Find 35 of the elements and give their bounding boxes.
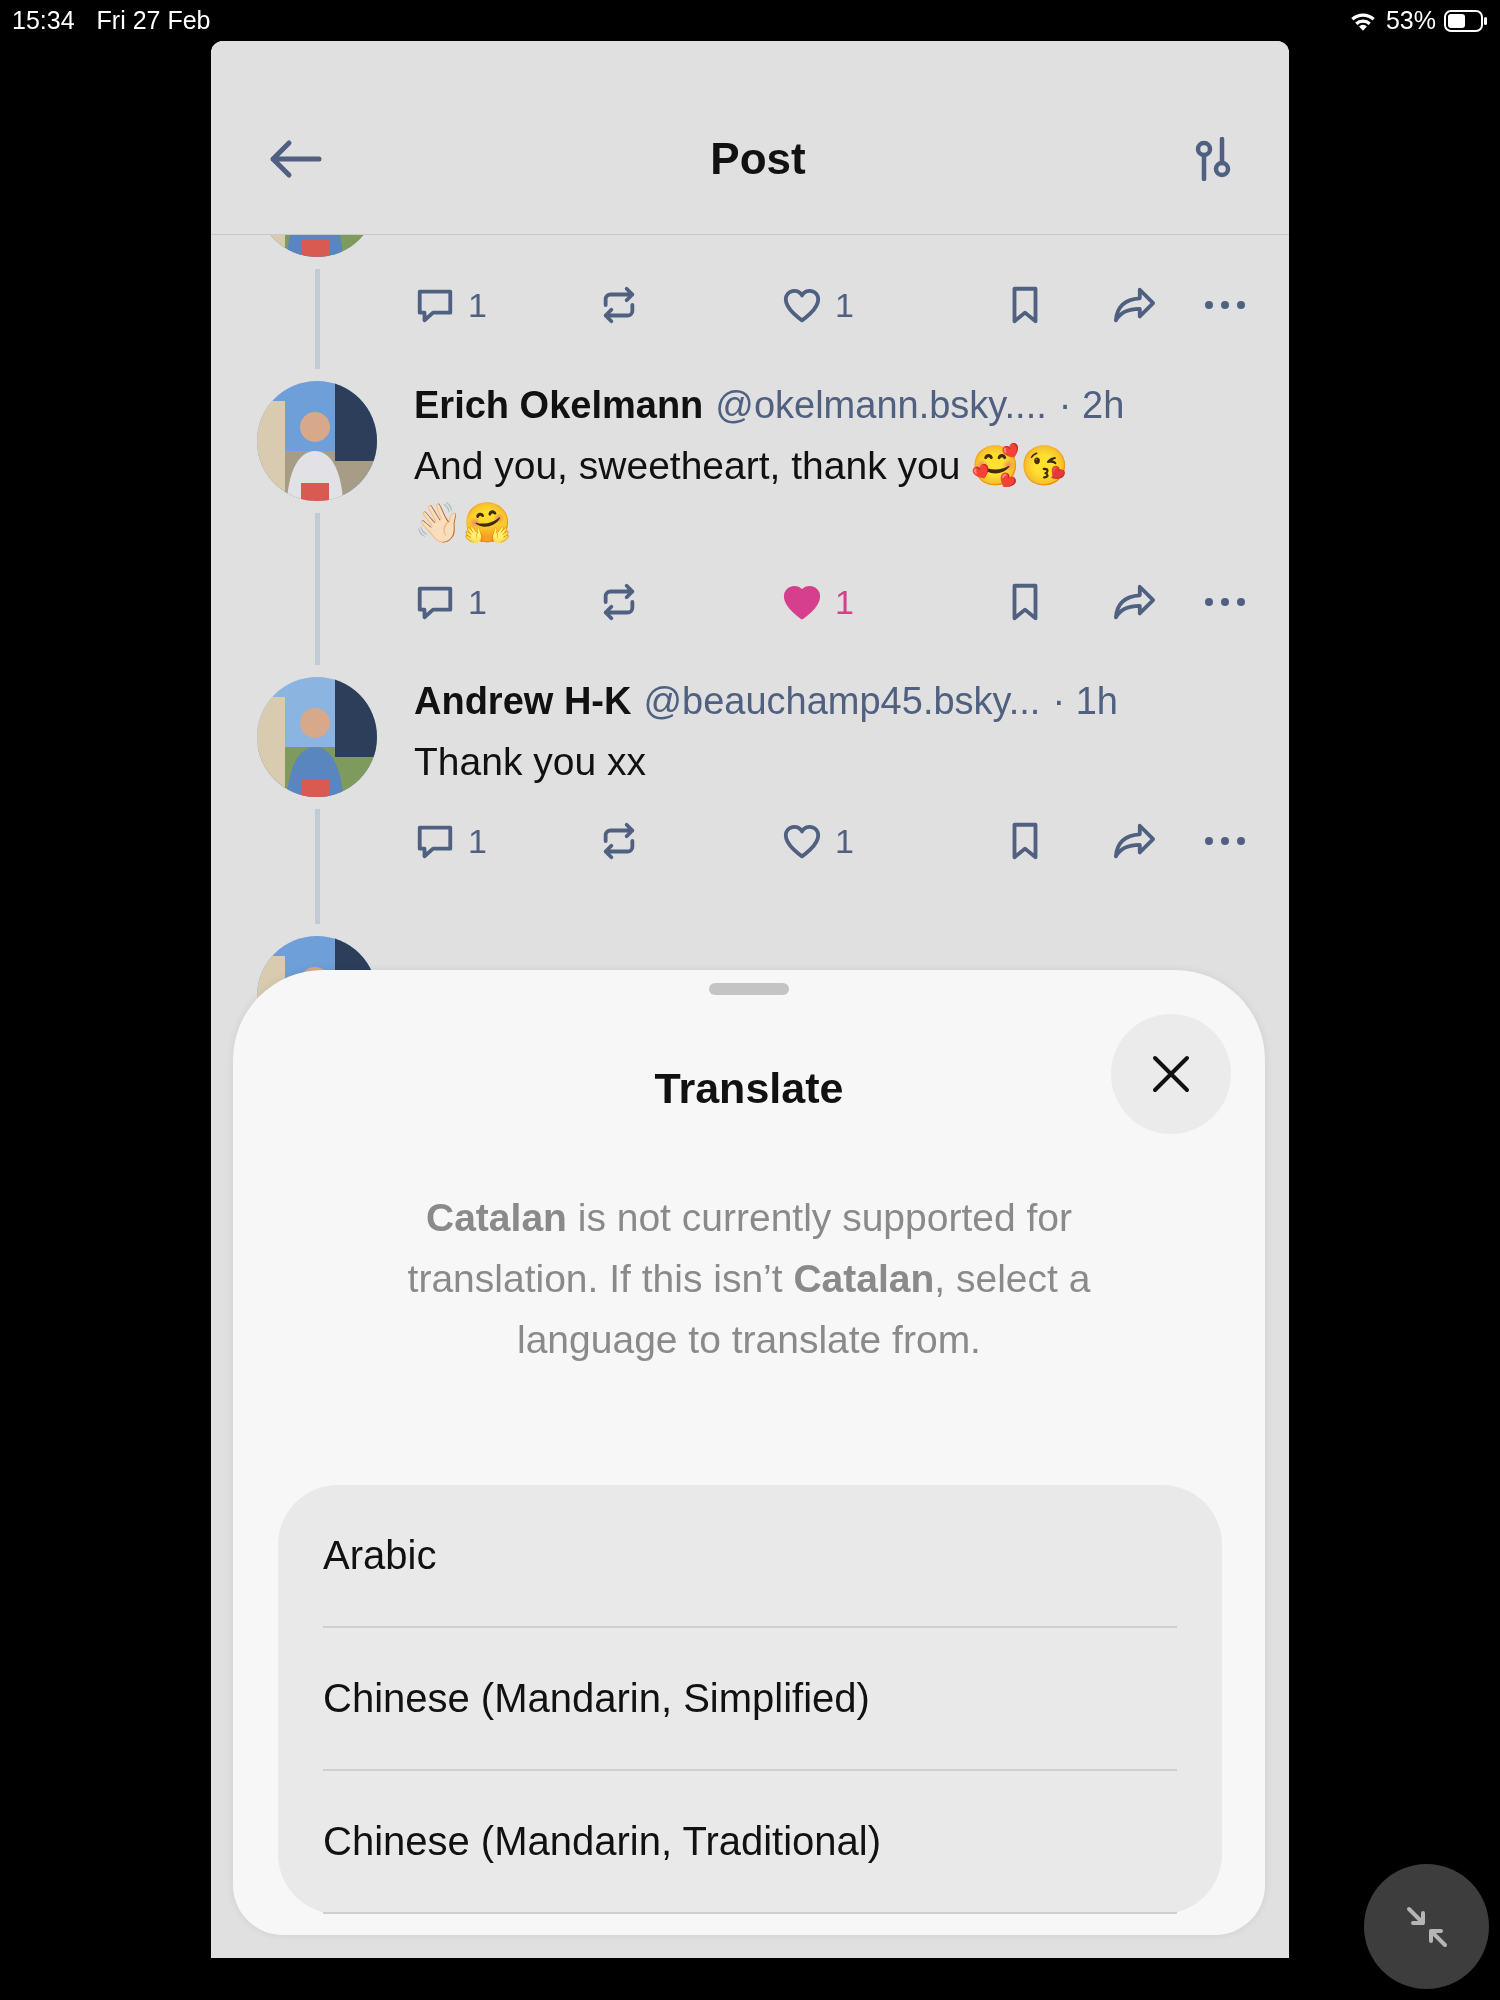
reply-button[interactable]: 1 xyxy=(414,820,598,862)
battery-percent: 53% xyxy=(1385,6,1436,35)
filter-button[interactable] xyxy=(1193,136,1233,181)
like-button[interactable]: 1 xyxy=(781,581,1004,623)
author-name[interactable]: Erich Okelmann xyxy=(414,381,704,429)
sliders-icon xyxy=(1193,136,1233,181)
author-handle[interactable]: @okelmann.bsky.... xyxy=(715,381,1047,429)
collapse-arrows-icon xyxy=(1404,1904,1449,1949)
more-dots-icon xyxy=(1203,596,1247,608)
post-text: And you, sweetheart, thank you 🥰😘 👋🏻🤗 xyxy=(414,442,1071,546)
author-name[interactable]: Andrew H-K xyxy=(414,677,632,725)
reply-button[interactable]: 1 xyxy=(414,284,598,326)
more-button[interactable] xyxy=(1203,596,1247,608)
post-text: Thank you xx xyxy=(414,739,647,785)
like-button[interactable]: 1 xyxy=(781,820,1004,862)
post-time: · 2h xyxy=(1058,383,1125,428)
status-date: Fri 27 Feb xyxy=(96,6,211,35)
page-title: Post xyxy=(710,133,806,184)
language-item[interactable]: Chinese (Mandarin, Traditional) xyxy=(323,1771,1177,1914)
reply-button[interactable]: 1 xyxy=(414,581,598,623)
like-button[interactable]: 1 xyxy=(781,284,1004,326)
status-time: 15:34 xyxy=(12,6,75,35)
more-button[interactable] xyxy=(1203,299,1247,311)
more-dots-icon xyxy=(1203,835,1247,847)
sheet-title: Translate xyxy=(654,1063,844,1113)
language-item[interactable]: Arabic xyxy=(323,1485,1177,1628)
more-dots-icon xyxy=(1203,299,1247,311)
author-handle[interactable]: @beauchamp45.bsky... xyxy=(643,677,1041,725)
info-message: Catalan is not currently supported for translation. If this isn’t Catalan, select a language to translate from. xyxy=(406,1195,1092,1363)
sheet-handle[interactable] xyxy=(709,983,789,995)
battery-icon xyxy=(1444,9,1488,32)
more-button[interactable] xyxy=(1203,835,1247,847)
language-item[interactable]: Chinese (Mandarin, Simplified) xyxy=(323,1628,1177,1771)
post-time: · 1h xyxy=(1052,679,1118,724)
close-icon xyxy=(1151,1054,1191,1094)
